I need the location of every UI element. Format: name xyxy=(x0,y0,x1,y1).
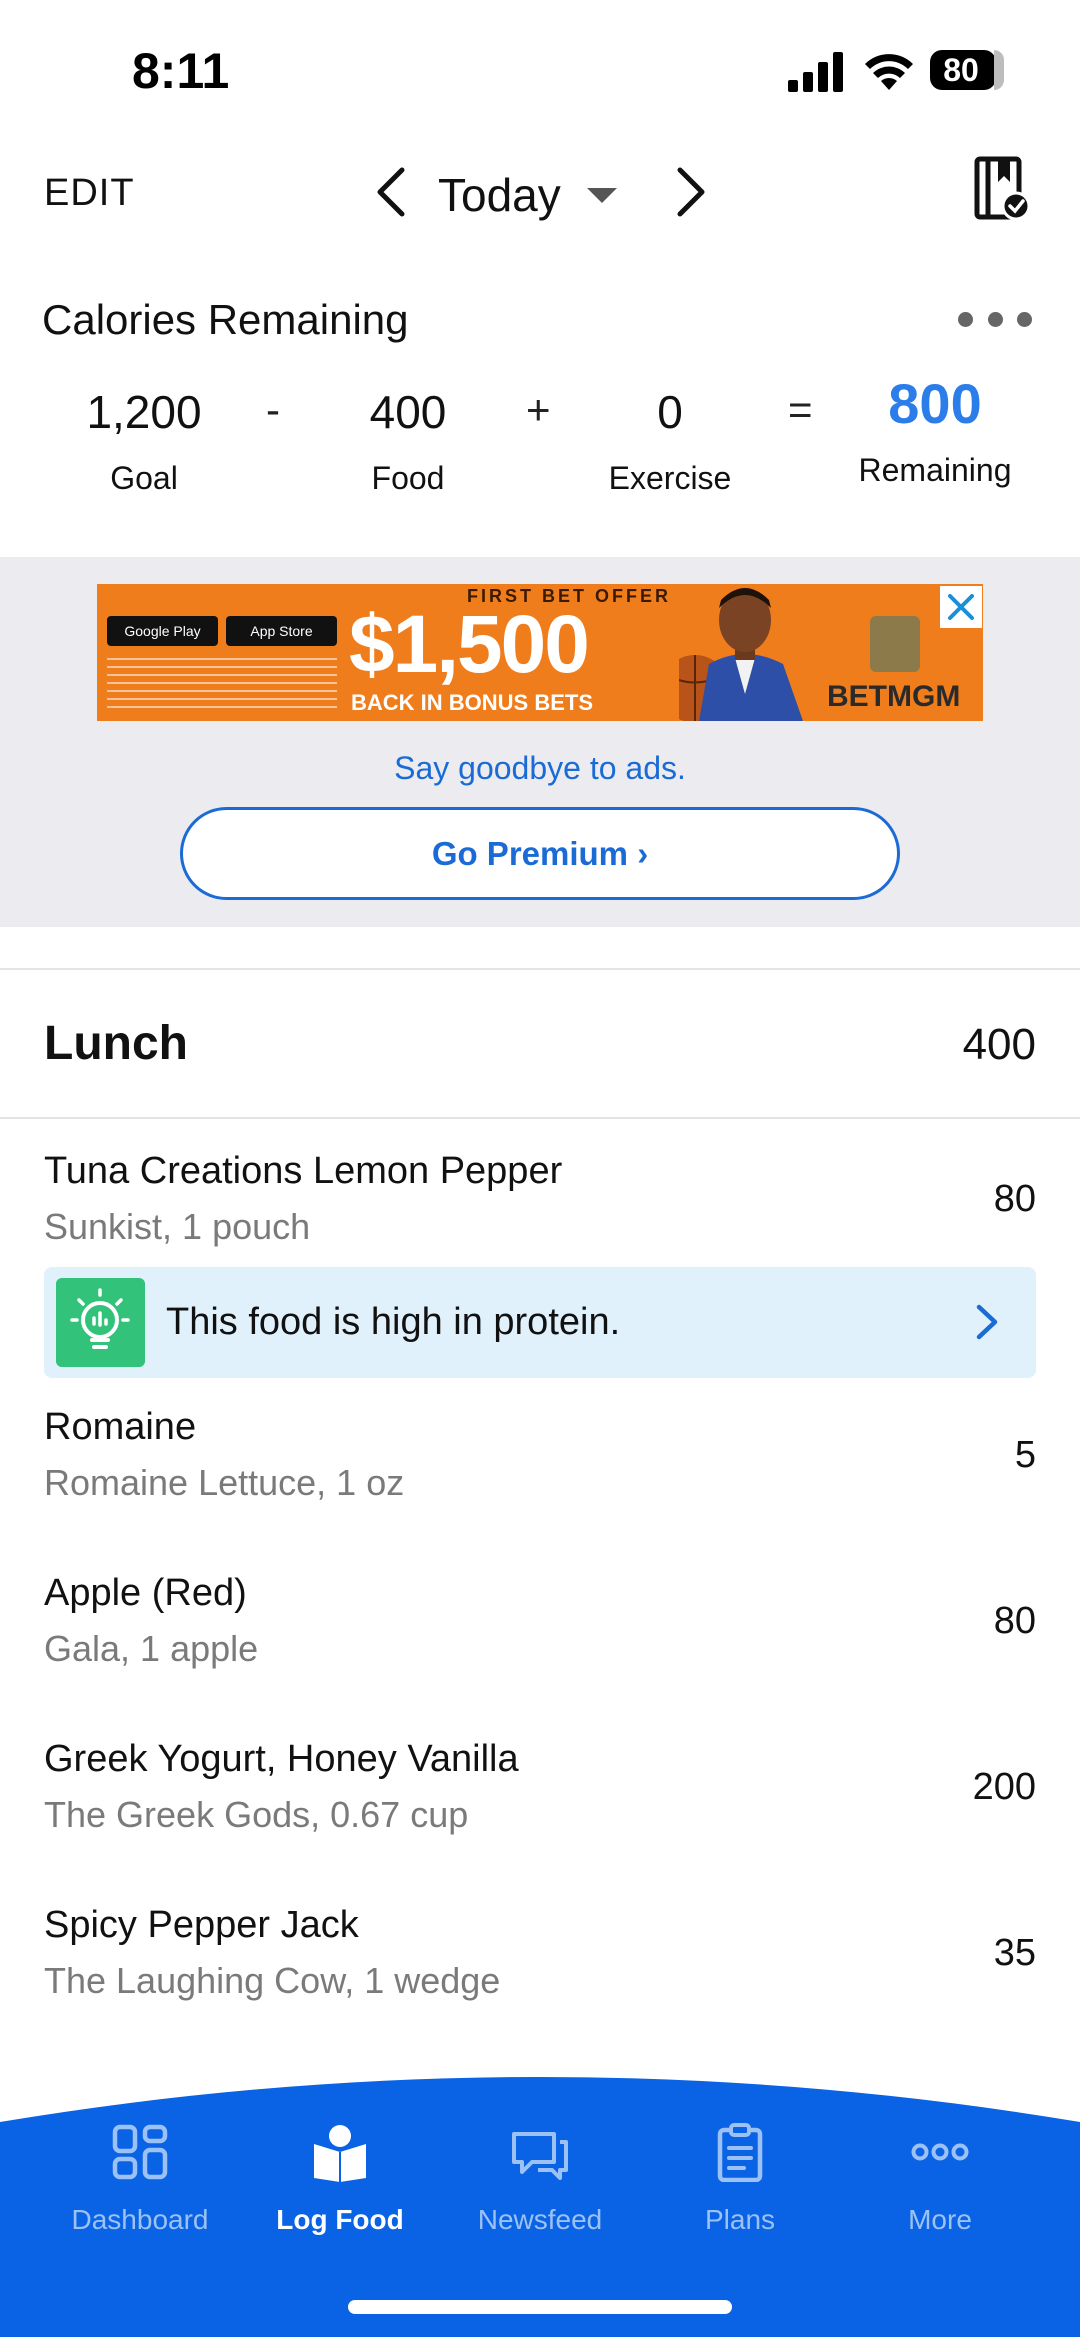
ad-banner[interactable]: Google Play App Store FIRST BET OFFER $1… xyxy=(97,584,983,721)
status-bar: 8:11 80 xyxy=(0,0,1080,130)
food-name: Greek Yogurt, Honey Vanilla xyxy=(44,1738,519,1780)
ad-fine-print xyxy=(107,658,337,708)
ad-close-icon[interactable] xyxy=(940,586,982,628)
nav-dashboard[interactable]: Dashboard xyxy=(40,2122,240,2236)
previous-day-chevron-icon[interactable] xyxy=(372,166,412,218)
minus-operator: - xyxy=(266,386,280,433)
remaining-value: 800 xyxy=(888,372,982,435)
food-calories: 35 xyxy=(993,1932,1036,1974)
status-time: 8:11 xyxy=(132,43,230,99)
chevron-right-icon xyxy=(976,1304,998,1340)
edit-button[interactable]: EDIT xyxy=(44,172,135,215)
calorie-equation: 1,200 Goal - 400 Food + 0 Exercise = 800… xyxy=(0,374,1080,512)
dashboard-icon xyxy=(112,2124,168,2180)
lightbulb-icon xyxy=(56,1278,145,1367)
app-store-badge: App Store xyxy=(226,616,337,646)
plus-operator: + xyxy=(526,386,551,433)
food-item[interactable]: Tuna Creations Lemon Pepper Sunkist, 1 p… xyxy=(0,1150,1080,1280)
complete-diary-icon[interactable] xyxy=(974,156,1030,222)
section-divider xyxy=(0,968,1080,970)
food-name: Romaine xyxy=(44,1406,197,1448)
exercise-value: 0 xyxy=(657,386,683,438)
nav-label: Newsfeed xyxy=(477,2204,603,2235)
food-item[interactable]: Spicy Pepper Jack The Laughing Cow, 1 we… xyxy=(0,1904,1080,2034)
food-calories: 80 xyxy=(993,1600,1036,1642)
calories-remaining-title: Calories Remaining xyxy=(42,296,409,343)
date-selector[interactable]: Today xyxy=(438,160,617,230)
google-play-badge: Google Play xyxy=(107,616,218,646)
nav-more[interactable]: More xyxy=(840,2122,1040,2236)
diary-header: EDIT Today xyxy=(0,150,1080,240)
nav-label: Plans xyxy=(704,2204,776,2235)
more-options-icon[interactable] xyxy=(958,312,1032,328)
bottom-navigation: Dashboard Log Food Newsfeed Plans More xyxy=(0,2062,1080,2337)
goal-value: 1,200 xyxy=(86,386,202,438)
ad-person-image xyxy=(679,588,803,721)
betmgm-lion-logo xyxy=(870,616,920,672)
food-calories: 5 xyxy=(1014,1434,1036,1476)
protein-insight[interactable]: This food is high in protein. xyxy=(44,1267,1036,1378)
equals-operator: = xyxy=(788,386,813,433)
caret-down-icon xyxy=(586,187,617,203)
food-name: Tuna Creations Lemon Pepper xyxy=(44,1150,563,1192)
food-description: Romaine Lettuce, 1 oz xyxy=(44,1462,405,1503)
meal-total: 400 xyxy=(962,1020,1036,1069)
food-item[interactable]: Greek Yogurt, Honey Vanilla The Greek Go… xyxy=(0,1738,1080,1868)
food-description: The Laughing Cow, 1 wedge xyxy=(44,1960,501,2001)
food-label: Food xyxy=(371,460,445,496)
more-icon xyxy=(911,2143,969,2161)
food-name: Apple (Red) xyxy=(44,1572,247,1614)
nav-label: Log Food xyxy=(276,2204,404,2235)
go-premium-button[interactable]: Go Premium › xyxy=(180,807,900,900)
food-value: 400 xyxy=(369,386,447,438)
food-description: Sunkist, 1 pouch xyxy=(44,1206,311,1247)
food-description: The Greek Gods, 0.67 cup xyxy=(44,1794,469,1835)
food-column: 400 Food xyxy=(328,382,488,497)
meal-title[interactable]: Lunch xyxy=(44,1016,188,1071)
nav-newsfeed[interactable]: Newsfeed xyxy=(440,2122,640,2236)
nav-plans[interactable]: Plans xyxy=(640,2122,840,2236)
home-indicator[interactable] xyxy=(348,2300,732,2314)
log-food-icon xyxy=(314,2125,366,2182)
ad-section: Google Play App Store FIRST BET OFFER $1… xyxy=(0,557,1080,927)
ad-brand: BETMGM xyxy=(827,680,961,713)
remaining-label: Remaining xyxy=(858,452,1012,488)
newsfeed-icon xyxy=(512,2132,568,2180)
goal-column: 1,200 Goal xyxy=(64,382,224,497)
ad-amount: $1,500 xyxy=(349,599,590,690)
battery-icon: 80 xyxy=(930,50,1004,90)
cellular-signal-icon xyxy=(788,52,843,92)
meal-divider xyxy=(0,1117,1080,1119)
exercise-label: Exercise xyxy=(608,460,732,496)
remaining-column: 800 Remaining xyxy=(840,374,1030,489)
food-calories: 200 xyxy=(972,1766,1036,1808)
remove-ads-text[interactable]: Say goodbye to ads. xyxy=(0,750,1080,787)
exercise-column: 0 Exercise xyxy=(590,382,750,497)
nav-label: More xyxy=(908,2204,972,2235)
battery-level: 80 xyxy=(943,52,979,88)
food-name: Spicy Pepper Jack xyxy=(44,1904,359,1946)
goal-label: Goal xyxy=(110,460,178,496)
wifi-icon xyxy=(865,54,913,90)
plans-icon xyxy=(717,2123,763,2182)
next-day-chevron-icon[interactable] xyxy=(670,166,710,218)
food-calories: 80 xyxy=(993,1178,1036,1220)
nav-label: Dashboard xyxy=(71,2204,209,2235)
food-item[interactable]: Apple (Red) Gala, 1 apple 80 xyxy=(0,1572,1080,1702)
food-item[interactable]: Romaine Romaine Lettuce, 1 oz 5 xyxy=(0,1406,1080,1536)
ad-bonus-line: BACK IN BONUS BETS xyxy=(351,690,594,715)
ad-store-badges: Google Play App Store xyxy=(107,616,337,646)
nav-log-food[interactable]: Log Food xyxy=(240,2122,440,2236)
food-description: Gala, 1 apple xyxy=(44,1628,259,1669)
date-label: Today xyxy=(438,169,561,221)
insight-text: This food is high in protein. xyxy=(166,1301,621,1343)
